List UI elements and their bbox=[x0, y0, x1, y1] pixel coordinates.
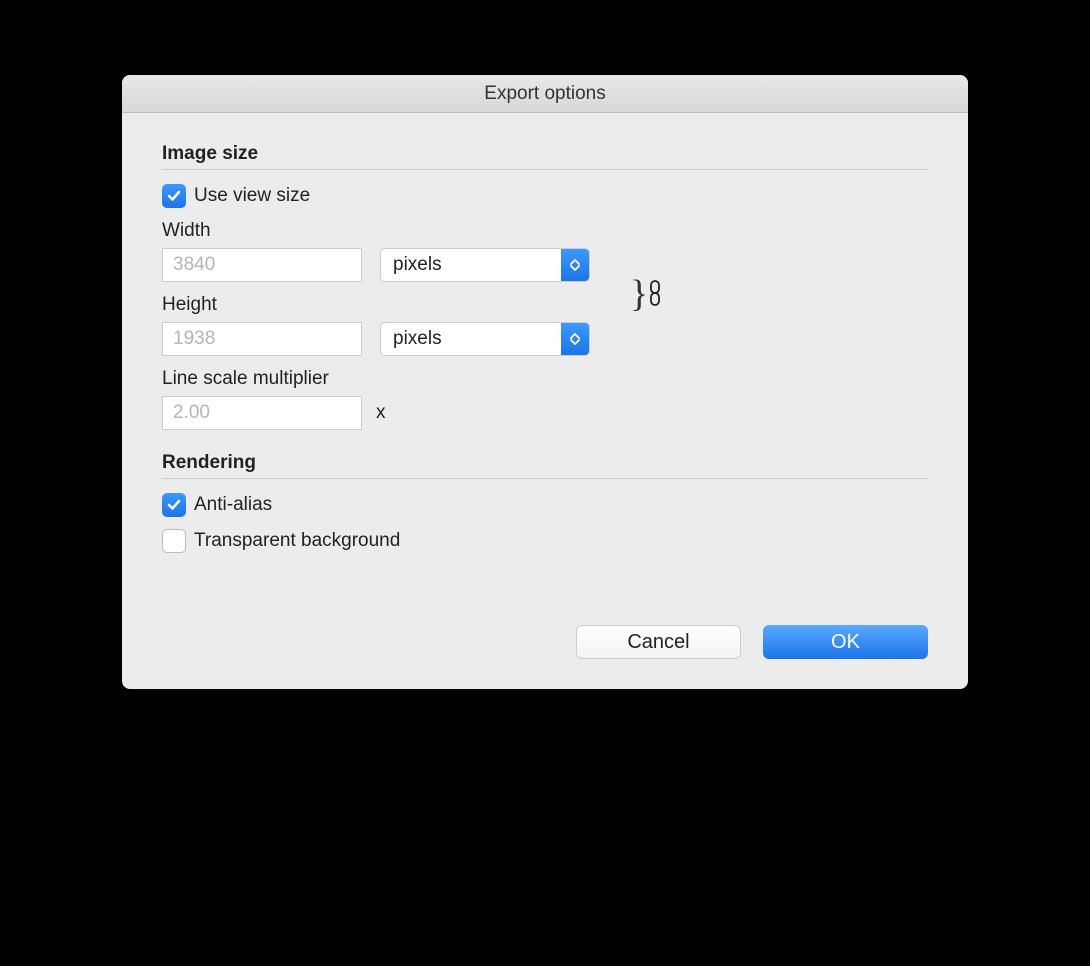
width-label: Width bbox=[162, 220, 590, 242]
width-unit-select[interactable]: pixels bbox=[380, 248, 590, 282]
use-view-size-row[interactable]: Use view size bbox=[162, 184, 928, 208]
line-scale-label: Line scale multiplier bbox=[162, 368, 928, 390]
dialog-buttons: Cancel OK bbox=[162, 575, 928, 659]
anti-alias-checkbox[interactable] bbox=[162, 493, 186, 517]
line-scale-unit: x bbox=[376, 402, 386, 424]
dimensions-group: Width pixels Height bbox=[162, 220, 928, 368]
checkmark-icon bbox=[166, 497, 182, 513]
rendering-header: Rendering bbox=[162, 452, 928, 479]
dimensions-fields: Width pixels Height bbox=[162, 220, 590, 368]
height-unit-value: pixels bbox=[381, 328, 561, 350]
line-scale-input[interactable] bbox=[162, 396, 362, 430]
width-unit-stepper-icon bbox=[561, 249, 589, 281]
height-label: Height bbox=[162, 294, 590, 316]
use-view-size-label: Use view size bbox=[194, 185, 310, 207]
width-unit-value: pixels bbox=[381, 254, 561, 276]
cancel-button-label: Cancel bbox=[627, 631, 689, 654]
transparent-bg-label: Transparent background bbox=[194, 530, 400, 552]
width-input[interactable] bbox=[162, 248, 362, 282]
image-size-header: Image size bbox=[162, 143, 928, 170]
dialog-titlebar: Export options bbox=[122, 75, 968, 113]
use-view-size-checkbox[interactable] bbox=[162, 184, 186, 208]
ok-button-label: OK bbox=[831, 631, 860, 654]
anti-alias-row[interactable]: Anti-alias bbox=[162, 493, 928, 517]
height-input[interactable] bbox=[162, 322, 362, 356]
dialog-content: Image size Use view size Width pixels bbox=[122, 113, 968, 689]
chain-link-icon bbox=[648, 272, 662, 316]
height-unit-stepper-icon bbox=[561, 323, 589, 355]
width-row: pixels bbox=[162, 248, 590, 282]
transparent-bg-checkbox[interactable] bbox=[162, 529, 186, 553]
line-scale-row: x bbox=[162, 396, 928, 430]
checkmark-icon bbox=[166, 188, 182, 204]
image-size-section: Image size Use view size Width pixels bbox=[162, 143, 928, 430]
transparent-bg-row[interactable]: Transparent background bbox=[162, 529, 928, 553]
anti-alias-label: Anti-alias bbox=[194, 494, 272, 516]
aspect-link-indicator[interactable]: } bbox=[630, 272, 662, 316]
dialog-title: Export options bbox=[484, 83, 605, 105]
export-options-dialog: Export options Image size Use view size … bbox=[122, 75, 968, 689]
brace-icon: } bbox=[630, 272, 648, 316]
cancel-button[interactable]: Cancel bbox=[576, 625, 741, 659]
height-unit-select[interactable]: pixels bbox=[380, 322, 590, 356]
rendering-section: Rendering Anti-alias Transparent backgro… bbox=[162, 452, 928, 553]
ok-button[interactable]: OK bbox=[763, 625, 928, 659]
height-row: pixels bbox=[162, 322, 590, 356]
